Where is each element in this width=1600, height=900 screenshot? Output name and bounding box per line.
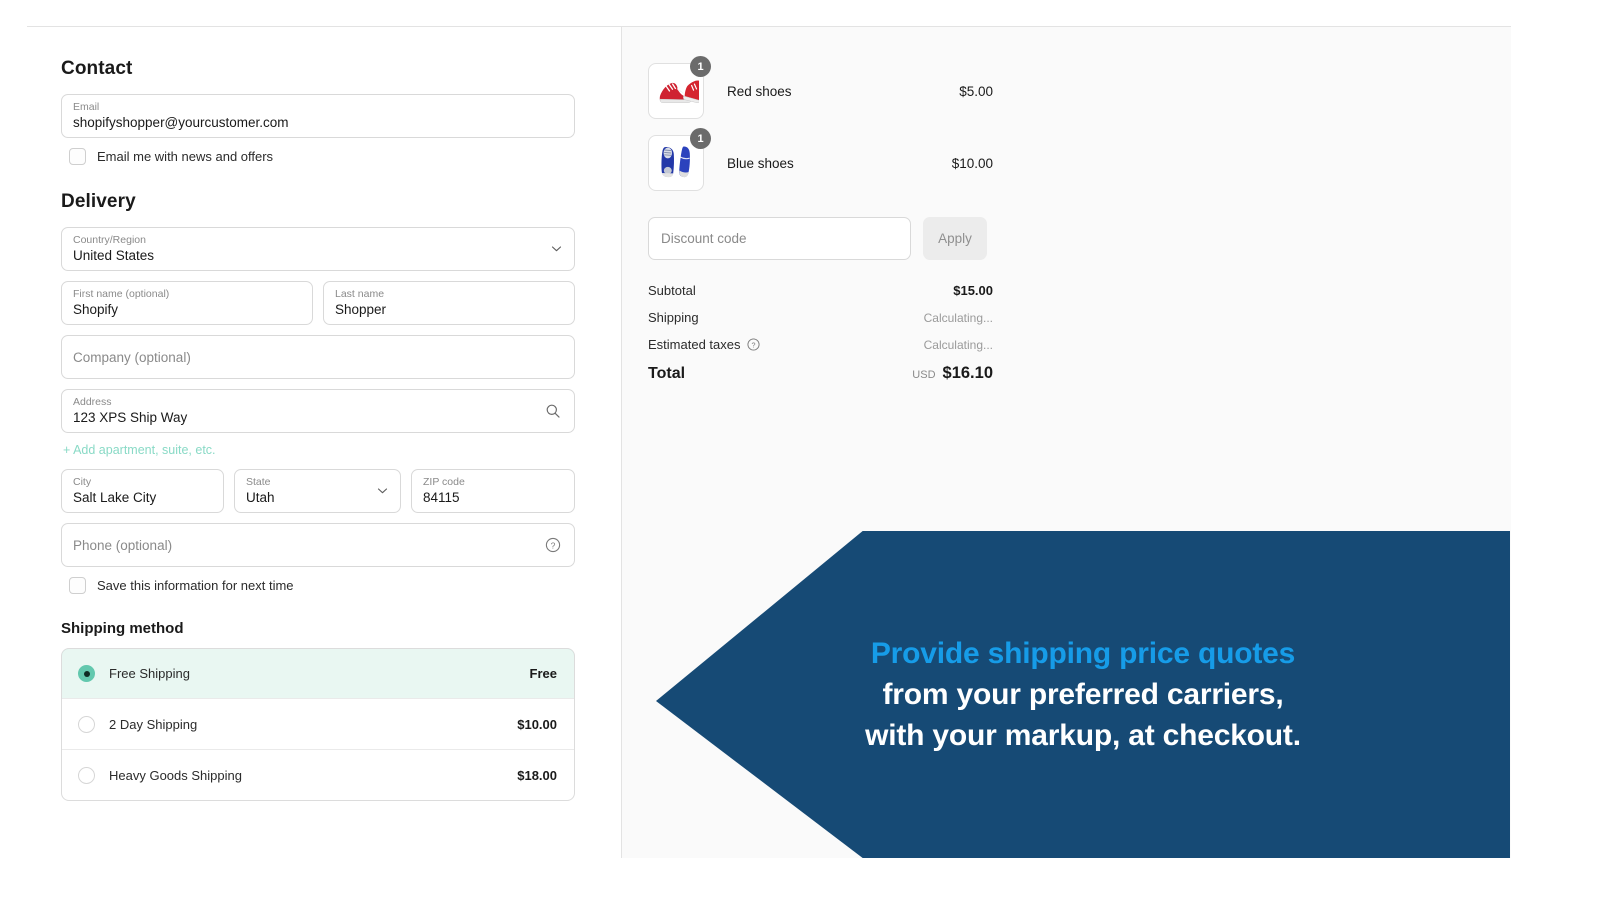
shipping-option-name: Free Shipping xyxy=(109,666,190,681)
newsletter-checkbox[interactable] xyxy=(69,148,86,165)
discount-row: Discount code Apply xyxy=(648,217,993,260)
shipping-option-price: $18.00 xyxy=(517,767,557,783)
email-field-label: Email xyxy=(73,101,100,113)
apply-discount-label: Apply xyxy=(938,231,972,246)
taxes-value: Calculating... xyxy=(923,337,993,352)
line-item-name: Blue shoes xyxy=(727,155,794,171)
total-value-group: USD $16.10 xyxy=(912,364,993,383)
radio-icon[interactable] xyxy=(78,665,95,682)
radio-icon[interactable] xyxy=(78,766,95,784)
name-row: First name (optional) Shopify Last name … xyxy=(61,281,575,335)
line-item-thumbnail-wrap: 1 xyxy=(648,128,711,191)
quantity-badge: 1 xyxy=(690,56,711,77)
total-currency: USD xyxy=(912,369,936,381)
svg-text:?: ? xyxy=(751,340,755,349)
order-summary: 1 Red shoes $5.00 1 Blue shoes $10.00 Di… xyxy=(648,55,993,395)
subtotal-row: Subtotal $15.00 xyxy=(648,283,993,298)
state-value: Utah xyxy=(246,490,275,505)
zip-value: 84115 xyxy=(423,490,460,505)
city-label: City xyxy=(73,476,92,488)
column-divider xyxy=(621,27,622,858)
taxes-label: Estimated taxes xyxy=(648,337,741,352)
shipping-option-name: 2 Day Shipping xyxy=(109,716,198,732)
first-name-label: First name (optional) xyxy=(73,288,170,300)
shipping-option-free-shipping[interactable]: Free Shipping Free xyxy=(62,649,574,699)
line-item-name: Red shoes xyxy=(727,83,792,99)
promo-banner-line-2: from your preferred carriers, xyxy=(882,678,1284,711)
shipping-row: Shipping Calculating... xyxy=(648,310,993,325)
line-item: 1 Blue shoes $10.00 xyxy=(648,127,993,199)
promo-banner-line-1: Provide shipping price quotes xyxy=(870,637,1296,670)
phone-field[interactable]: Phone (optional) ? xyxy=(61,523,575,567)
promo-banner-line-3: with your markup, at checkout. xyxy=(865,719,1301,752)
shipping-method-heading: Shipping method xyxy=(61,620,184,637)
checkout-page: Contact Email shopifyshopper@yourcustome… xyxy=(0,0,1600,900)
total-label: Total xyxy=(648,364,686,382)
city-field[interactable]: City Salt Lake City xyxy=(61,469,224,513)
last-name-value: Shopper xyxy=(335,302,387,317)
shipping-cost-label: Shipping xyxy=(648,310,699,325)
info-circle-icon[interactable]: ? xyxy=(746,338,760,351)
zip-label: ZIP code xyxy=(423,476,465,488)
address-value: 123 XPS Ship Way xyxy=(73,410,188,425)
taxes-row: Estimated taxes ? Calculating... xyxy=(648,337,993,352)
save-info-checkbox[interactable] xyxy=(69,577,86,594)
email-field[interactable]: Email shopifyshopper@yourcustomer.com xyxy=(61,94,575,138)
city-value: Salt Lake City xyxy=(73,490,157,505)
company-field[interactable]: Company (optional) xyxy=(61,335,575,379)
radio-icon[interactable] xyxy=(78,715,95,733)
first-name-value: Shopify xyxy=(73,302,119,317)
svg-text:?: ? xyxy=(551,540,556,550)
email-field-value: shopifyshopper@yourcustomer.com xyxy=(73,115,289,130)
quantity-badge: 1 xyxy=(690,128,711,149)
totals: Subtotal $15.00 Shipping Calculating... … xyxy=(648,283,993,383)
shipping-method-list: Free Shipping Free 2 Day Shipping $10.00… xyxy=(61,648,575,801)
checkout-form-column: Contact Email shopifyshopper@yourcustome… xyxy=(61,58,575,801)
apply-discount-button[interactable]: Apply xyxy=(923,217,987,260)
help-circle-icon[interactable]: ? xyxy=(545,537,561,553)
shipping-cost-value: Calculating... xyxy=(923,310,993,325)
country-value: United States xyxy=(73,248,155,263)
line-item: 1 Red shoes $5.00 xyxy=(648,55,993,127)
total-value: $16.10 xyxy=(942,364,993,382)
first-name-field[interactable]: First name (optional) Shopify xyxy=(61,281,313,325)
add-apartment-link[interactable]: + Add apartment, suite, etc. xyxy=(63,443,575,457)
contact-heading: Contact xyxy=(61,58,133,79)
newsletter-checkbox-row[interactable]: Email me with news and offers xyxy=(69,148,575,165)
top-divider xyxy=(27,26,1511,27)
shipping-option-heavy-goods-shipping[interactable]: Heavy Goods Shipping $18.00 xyxy=(62,749,574,800)
last-name-label: Last name xyxy=(335,288,385,300)
subtotal-value: $15.00 xyxy=(953,283,993,298)
discount-code-input[interactable]: Discount code xyxy=(648,217,911,260)
zip-field[interactable]: ZIP code 84115 xyxy=(411,469,575,513)
country-select[interactable]: Country/Region United States xyxy=(61,227,575,271)
line-item-price: $5.00 xyxy=(959,83,993,99)
shipping-option-name: Heavy Goods Shipping xyxy=(109,767,242,783)
company-placeholder: Company (optional) xyxy=(73,349,191,365)
save-info-checkbox-row[interactable]: Save this information for next time xyxy=(69,577,575,594)
country-label: Country/Region xyxy=(73,234,146,246)
last-name-field[interactable]: Last name Shopper xyxy=(323,281,575,325)
discount-code-placeholder: Discount code xyxy=(661,231,747,246)
taxes-label-group: Estimated taxes ? xyxy=(648,337,760,352)
delivery-heading: Delivery xyxy=(61,191,136,212)
line-item-price: $10.00 xyxy=(951,155,993,171)
shipping-option-2-day-shipping[interactable]: 2 Day Shipping $10.00 xyxy=(62,698,574,749)
state-select[interactable]: State Utah xyxy=(234,469,401,513)
newsletter-label: Email me with news and offers xyxy=(97,149,274,164)
city-state-zip-row: City Salt Lake City State Utah ZIP code … xyxy=(61,469,575,523)
address-field[interactable]: Address 123 XPS Ship Way xyxy=(61,389,575,433)
shipping-option-price: $10.00 xyxy=(517,716,557,732)
search-icon[interactable] xyxy=(545,403,561,419)
phone-placeholder: Phone (optional) xyxy=(73,537,173,553)
grand-total-row: Total USD $16.10 xyxy=(648,364,993,383)
line-item-thumbnail-wrap: 1 xyxy=(648,56,711,119)
shipping-option-price: Free xyxy=(529,666,557,681)
address-label: Address xyxy=(73,396,112,408)
state-label: State xyxy=(246,476,271,488)
subtotal-label: Subtotal xyxy=(648,283,696,298)
save-info-label: Save this information for next time xyxy=(97,578,294,593)
